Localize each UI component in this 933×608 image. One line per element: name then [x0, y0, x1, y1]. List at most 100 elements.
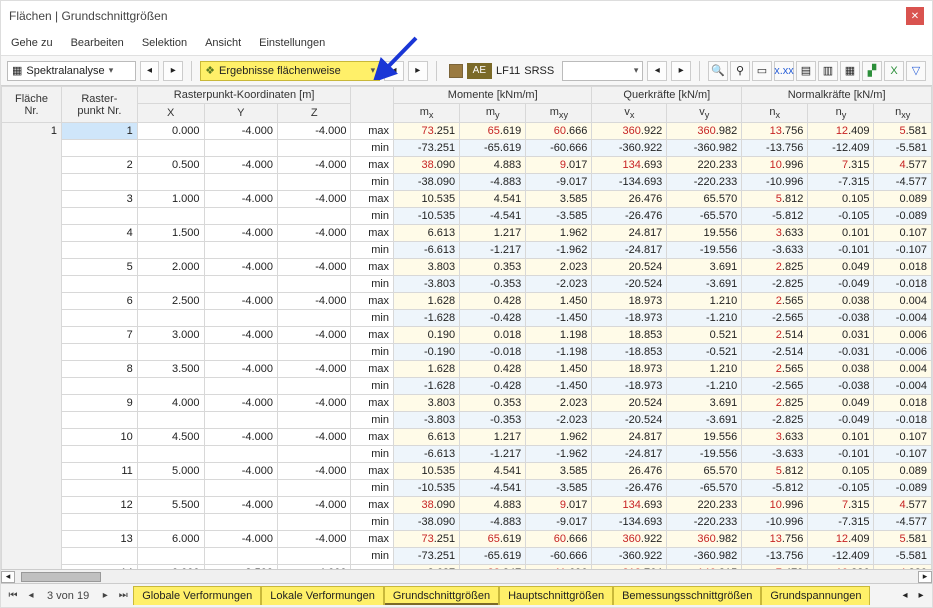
col-mxy[interactable]: mxy: [526, 104, 592, 123]
prev-loadcase-button[interactable]: ◂: [647, 61, 667, 81]
chevron-down-icon: ▾: [109, 65, 114, 76]
layout-2-icon[interactable]: ▥: [818, 61, 838, 81]
tab-scroll-left-icon[interactable]: ◂: [898, 589, 912, 603]
table-row[interactable]: min-38.090-4.883-9.017-134.693-220.233-1…: [2, 514, 932, 531]
results-mode-combo[interactable]: ❖ Ergebnisse flächenweise ▾: [200, 61, 380, 81]
tab-globale-verformungen[interactable]: Globale Verformungen: [133, 586, 261, 605]
cell-z: -4.000: [277, 565, 351, 569]
col-ny[interactable]: ny: [808, 104, 874, 123]
table-row[interactable]: 136.000-4.000-4.000max73.25165.61960.666…: [2, 531, 932, 548]
tab-grundspannungen[interactable]: Grundspannungen: [761, 586, 870, 605]
chart-icon[interactable]: ▞: [862, 61, 882, 81]
col-vy[interactable]: vy: [667, 104, 742, 123]
menu-goto[interactable]: Gehe zu: [9, 35, 55, 51]
col-z[interactable]: Z: [277, 104, 351, 123]
table-row[interactable]: 110.000-4.000-4.000max73.25165.61960.666…: [2, 123, 932, 140]
axis-icon[interactable]: x.xx: [774, 61, 794, 81]
table-row[interactable]: min-73.251-65.619-60.666-360.922-360.982…: [2, 140, 932, 157]
cell-nx: -2.514: [742, 344, 808, 361]
cell-vx: 26.476: [592, 463, 667, 480]
col-mx[interactable]: mx: [394, 104, 460, 123]
col-type[interactable]: [351, 87, 394, 123]
cell-mxy: -2.023: [526, 412, 592, 429]
table-row[interactable]: 125.500-4.000-4.000max38.0904.8839.01713…: [2, 497, 932, 514]
table-row[interactable]: min-1.628-0.428-1.450-18.973-1.210-2.565…: [2, 310, 932, 327]
menu-select[interactable]: Selektion: [140, 35, 189, 51]
cell-nx: -10.996: [742, 514, 808, 531]
tabbar: ⏮ ◂ 3 von 19 ▸ ⏭ Globale VerformungenLok…: [1, 583, 932, 607]
scroll-thumb[interactable]: [21, 572, 101, 582]
table-row[interactable]: min-3.803-0.353-2.023-20.524-3.691-2.825…: [2, 412, 932, 429]
table-row[interactable]: min-0.190-0.018-1.198-18.853-0.521-2.514…: [2, 344, 932, 361]
tab-last-button[interactable]: ⏭: [115, 588, 131, 604]
table-row[interactable]: min-6.613-1.217-1.962-24.817-19.556-3.63…: [2, 242, 932, 259]
scroll-right-icon[interactable]: ▸: [918, 571, 932, 583]
table-row[interactable]: min-3.803-0.353-2.023-20.524-3.691-2.825…: [2, 276, 932, 293]
col-raster-nr[interactable]: Raster- punkt Nr.: [62, 87, 138, 123]
table-row[interactable]: 62.500-4.000-4.000max1.6280.4281.45018.9…: [2, 293, 932, 310]
table-row[interactable]: min-10.535-4.541-3.585-26.476-65.570-5.8…: [2, 480, 932, 497]
table-row[interactable]: 115.000-4.000-4.000max10.5354.5413.58526…: [2, 463, 932, 480]
grid-icon: ▦: [12, 64, 22, 77]
table-row[interactable]: 73.000-4.000-4.000max0.1900.0181.19818.8…: [2, 327, 932, 344]
cell-my: 32.347: [460, 565, 526, 569]
funnel-icon[interactable]: ▽: [906, 61, 926, 81]
col-nxy[interactable]: nxy: [874, 104, 932, 123]
view-3d-icon[interactable]: ▭: [752, 61, 772, 81]
tab-prev-button[interactable]: ◂: [23, 588, 39, 604]
col-vx[interactable]: vx: [592, 104, 667, 123]
tab-first-button[interactable]: ⏮: [5, 588, 21, 604]
table-row[interactable]: 140.000-3.500-4.000max3.68732.34711.6962…: [2, 565, 932, 569]
layout-3-icon[interactable]: ▦: [840, 61, 860, 81]
colgrp-normalkraefte[interactable]: Normalkräfte [kN/m]: [742, 87, 932, 104]
col-my[interactable]: my: [460, 104, 526, 123]
col-x[interactable]: X: [137, 104, 204, 123]
scroll-left-icon[interactable]: ◂: [1, 571, 15, 583]
export-excel-icon[interactable]: X: [884, 61, 904, 81]
table-row[interactable]: min-73.251-65.619-60.666-360.922-360.982…: [2, 548, 932, 565]
table-row[interactable]: min-1.628-0.428-1.450-18.973-1.210-2.565…: [2, 378, 932, 395]
table-row[interactable]: min-6.613-1.217-1.962-24.817-19.556-3.63…: [2, 446, 932, 463]
menu-view[interactable]: Ansicht: [203, 35, 243, 51]
table-row[interactable]: 83.500-4.000-4.000max1.6280.4281.45018.9…: [2, 361, 932, 378]
loadcase-combo[interactable]: ▾: [562, 61, 643, 81]
colgrp-momente[interactable]: Momente [kNm/m]: [394, 87, 592, 104]
analysis-type-combo[interactable]: ▦ Spektralanalyse ▾: [7, 61, 136, 81]
table-row[interactable]: 94.000-4.000-4.000max3.8030.3532.02320.5…: [2, 395, 932, 412]
close-button[interactable]: ✕: [906, 7, 924, 25]
next-results-button[interactable]: ▸: [408, 61, 428, 81]
tab-hauptschnittgrößen[interactable]: Hauptschnittgrößen: [499, 586, 613, 605]
table-row[interactable]: 52.000-4.000-4.000max3.8030.3532.02320.5…: [2, 259, 932, 276]
find-icon[interactable]: 🔍: [708, 61, 728, 81]
menu-settings[interactable]: Einstellungen: [257, 35, 327, 51]
tab-next-button[interactable]: ▸: [97, 588, 113, 604]
menu-edit[interactable]: Bearbeiten: [69, 35, 126, 51]
table-row[interactable]: 41.500-4.000-4.000max6.6131.2171.96224.8…: [2, 225, 932, 242]
col-flaeche-nr[interactable]: Fläche Nr.: [2, 87, 62, 123]
results-table-wrap[interactable]: Fläche Nr. Raster- punkt Nr. Rasterpunkt…: [1, 86, 932, 569]
table-row[interactable]: min-10.535-4.541-3.585-26.476-65.570-5.8…: [2, 208, 932, 225]
table-row[interactable]: min-38.090-4.883-9.017-134.693-220.233-1…: [2, 174, 932, 191]
table-row[interactable]: 104.500-4.000-4.000max6.6131.2171.96224.…: [2, 429, 932, 446]
cell-z: [277, 412, 351, 429]
tab-bemessungsschnittgrößen[interactable]: Bemessungsschnittgrößen: [613, 586, 761, 605]
tab-scroll-right-icon[interactable]: ▸: [914, 589, 928, 603]
tab-grundschnittgrößen[interactable]: Grundschnittgrößen: [384, 586, 499, 605]
cell-raster-nr: 7: [62, 327, 138, 344]
prev-results-button[interactable]: ◂: [384, 61, 404, 81]
table-row[interactable]: 31.000-4.000-4.000max10.5354.5413.58526.…: [2, 191, 932, 208]
table-row[interactable]: 20.500-4.000-4.000max38.0904.8839.017134…: [2, 157, 932, 174]
next-analysis-button[interactable]: ▸: [163, 61, 183, 81]
col-y[interactable]: Y: [204, 104, 277, 123]
filter-icon[interactable]: ⚲: [730, 61, 750, 81]
tab-lokale-verformungen[interactable]: Lokale Verformungen: [261, 586, 384, 605]
next-loadcase-button[interactable]: ▸: [671, 61, 691, 81]
prev-analysis-button[interactable]: ◂: [140, 61, 160, 81]
col-nx[interactable]: nx: [742, 104, 808, 123]
colgrp-querkraefte[interactable]: Querkräfte [kN/m]: [592, 87, 742, 104]
horizontal-scrollbar[interactable]: ◂ ▸: [1, 569, 932, 583]
colgrp-raster-coord[interactable]: Rasterpunkt-Koordinaten [m]: [137, 87, 351, 104]
layout-1-icon[interactable]: ▤: [796, 61, 816, 81]
cell-z: -4.000: [277, 259, 351, 276]
cell-type: max: [351, 191, 394, 208]
